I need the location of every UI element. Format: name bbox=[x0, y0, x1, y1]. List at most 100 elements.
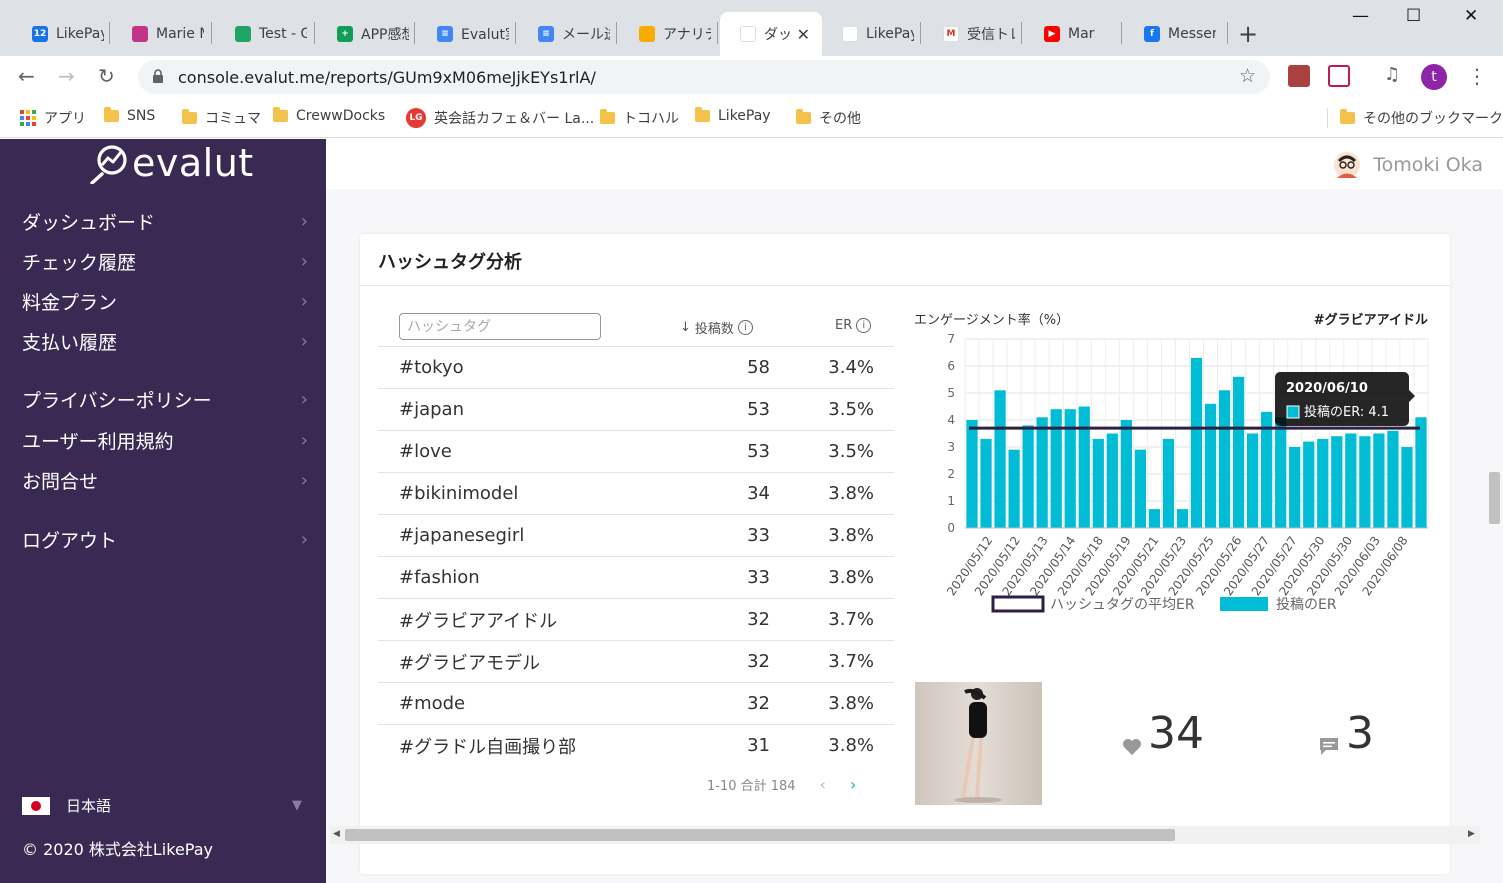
bookmark-label: アプリ bbox=[44, 111, 86, 127]
info-icon[interactable]: i bbox=[737, 320, 753, 335]
browser-tab[interactable]: + APP感想 bbox=[317, 12, 415, 56]
table-row[interactable]: #グラビアモデル 32 3.7% bbox=[378, 640, 894, 682]
tab-title: LikePay bbox=[866, 26, 914, 42]
bookmark-item[interactable]: その他 bbox=[796, 108, 861, 128]
new-tab-button[interactable]: + bbox=[1238, 20, 1258, 48]
browser-tab[interactable]: アナリティ bbox=[619, 12, 718, 56]
browser-tab[interactable]: M 受信トレ bbox=[923, 12, 1022, 56]
vertical-scroll-thumb[interactable] bbox=[1489, 472, 1500, 524]
browser-tab[interactable]: ≡ メール送 bbox=[518, 12, 617, 56]
bookmark-label: LikePay bbox=[718, 108, 771, 124]
horizontal-scrollbar[interactable]: ◀ ▶ bbox=[330, 826, 1480, 844]
media-control-icon[interactable]: ♫ bbox=[1384, 64, 1400, 85]
posts-cell: 33 bbox=[747, 525, 770, 546]
browser-menu-icon[interactable]: ⋮ bbox=[1467, 64, 1487, 88]
browser-tab[interactable]: ▶ Mar bbox=[1024, 12, 1122, 56]
scroll-left-icon[interactable]: ◀ bbox=[333, 829, 340, 839]
close-tab-icon[interactable]: ✕ bbox=[797, 25, 810, 44]
horizontal-scroll-thumb[interactable] bbox=[345, 829, 1175, 841]
prev-page-icon[interactable]: ‹ bbox=[820, 775, 826, 794]
pdf-extension-icon[interactable] bbox=[1288, 65, 1310, 87]
address-bar[interactable]: console.evalut.me/reports/GUm9xM06meJjkE… bbox=[138, 60, 1270, 94]
chevron-right-icon: › bbox=[300, 469, 308, 491]
user-menu[interactable]: Tomoki Oka bbox=[1333, 151, 1483, 179]
bookmark-item[interactable]: SNS bbox=[104, 107, 155, 124]
hashtag-cell: #tokyo bbox=[399, 357, 464, 378]
table-row[interactable]: #japan 53 3.5% bbox=[378, 388, 894, 430]
table-row[interactable]: #tokyo 58 3.4% bbox=[378, 346, 894, 388]
table-row[interactable]: #love 53 3.5% bbox=[378, 430, 894, 472]
back-icon[interactable]: ← bbox=[18, 64, 35, 88]
profile-avatar[interactable]: t bbox=[1421, 64, 1447, 90]
posts-header-label: 投稿数 bbox=[694, 322, 734, 337]
forward-icon[interactable]: → bbox=[58, 64, 75, 88]
bookmark-label: 英会話カフェ＆バー La... bbox=[434, 111, 595, 127]
table-row[interactable]: #グラビアアイドル 32 3.7% bbox=[378, 598, 894, 640]
likes-stat: 34 bbox=[1122, 712, 1204, 756]
vertical-scrollbar[interactable] bbox=[1486, 188, 1501, 838]
bookmark-item[interactable]: CrewwDocks bbox=[273, 107, 385, 124]
bar bbox=[1345, 433, 1357, 528]
posts-cell: 31 bbox=[747, 735, 770, 756]
browser-toolbar: ← → ↻ console.evalut.me/reports/GUm9xM06… bbox=[0, 56, 1503, 98]
browser-tab[interactable]: 12 LikePay bbox=[12, 12, 110, 56]
browser-tab[interactable]: Marie M bbox=[112, 12, 212, 56]
table-row[interactable]: #fashion 33 3.8% bbox=[378, 556, 894, 598]
table-row[interactable]: #japanesegirl 33 3.8% bbox=[378, 514, 894, 556]
browser-tab[interactable]: ダッ ✕ bbox=[720, 12, 822, 56]
comments-stat: 3 bbox=[1318, 712, 1374, 756]
bookmark-item[interactable]: コミュマ bbox=[182, 108, 261, 128]
sidebar-nav-item[interactable]: チェック履歴 › bbox=[22, 245, 308, 277]
reload-icon[interactable]: ↻ bbox=[98, 64, 115, 88]
sidebar-nav-item[interactable]: お問合せ › bbox=[22, 464, 308, 496]
table-row[interactable]: #グラドル自画撮り部 31 3.8% bbox=[378, 724, 894, 766]
bookmark-item[interactable]: LikePay bbox=[695, 107, 771, 124]
browser-tab[interactable]: Test - G bbox=[215, 12, 315, 56]
tab-separator bbox=[717, 22, 718, 44]
bar bbox=[1317, 438, 1329, 528]
japan-flag-icon bbox=[22, 796, 50, 815]
close-window-icon[interactable]: ✕ bbox=[1464, 6, 1478, 26]
browser-tab[interactable]: ≡ Evalut実 bbox=[417, 12, 516, 56]
next-page-icon[interactable]: › bbox=[850, 775, 856, 794]
evalut-logo[interactable]: evalut bbox=[88, 141, 254, 185]
bookmark-item[interactable]: アプリ bbox=[20, 108, 86, 128]
browser-tab[interactable]: f Messen bbox=[1124, 12, 1228, 56]
other-bookmarks[interactable]: その他のブックマーク bbox=[1340, 108, 1503, 128]
info-icon[interactable]: i bbox=[856, 318, 872, 333]
sidebar-nav-item[interactable]: プライバシーポリシー › bbox=[22, 383, 308, 415]
er-column-header[interactable]: ER i bbox=[835, 318, 872, 333]
sidebar-nav-item[interactable]: 料金プラン › bbox=[22, 285, 308, 317]
posts-cell: 32 bbox=[747, 609, 770, 630]
table-row[interactable]: #bikinimodel 34 3.8% bbox=[378, 472, 894, 514]
browser-tab[interactable]: LikePay bbox=[822, 12, 921, 56]
hashtag-search-input[interactable] bbox=[399, 313, 601, 340]
post-thumbnail[interactable] bbox=[915, 682, 1042, 805]
pocket-extension-icon[interactable] bbox=[1328, 65, 1350, 87]
bar bbox=[1303, 441, 1315, 528]
minimize-icon[interactable]: — bbox=[1352, 6, 1369, 26]
sidebar-nav-item[interactable]: ユーザー利用規約 › bbox=[22, 424, 308, 456]
language-selector[interactable]: 日本語 ▼ bbox=[22, 795, 302, 816]
bar bbox=[966, 420, 978, 528]
sidebar-nav-label: ログアウト bbox=[22, 529, 118, 552]
youtube-icon: ▶ bbox=[1044, 26, 1060, 42]
sidebar-nav-label: ユーザー利用規約 bbox=[22, 430, 174, 453]
bar bbox=[1162, 438, 1175, 528]
posts-column-header[interactable]: ↓ 投稿数 i bbox=[680, 318, 753, 337]
bookmark-item[interactable]: トコハル bbox=[600, 108, 679, 128]
folder-icon bbox=[600, 109, 615, 124]
sidebar-nav-item[interactable]: 支払い履歴 › bbox=[22, 325, 308, 357]
table-row[interactable]: #mode 32 3.8% bbox=[378, 682, 894, 724]
er-cell: 3.8% bbox=[828, 735, 874, 756]
tab-title: LikePay bbox=[56, 26, 104, 42]
y-tick-label: 0 bbox=[947, 521, 955, 535]
analytics-icon bbox=[639, 26, 655, 42]
maximize-icon[interactable]: ☐ bbox=[1406, 6, 1421, 26]
sidebar-nav-item[interactable]: ログアウト › bbox=[22, 523, 308, 555]
sidebar-nav-item[interactable]: ダッシュボード › bbox=[22, 205, 308, 237]
bookmark-star-icon[interactable]: ☆ bbox=[1239, 65, 1256, 87]
bookmark-item[interactable]: LG 英会話カフェ＆バー La... bbox=[406, 108, 594, 128]
sidebar-nav-label: 料金プラン bbox=[22, 291, 118, 314]
scroll-right-icon[interactable]: ▶ bbox=[1468, 829, 1475, 839]
